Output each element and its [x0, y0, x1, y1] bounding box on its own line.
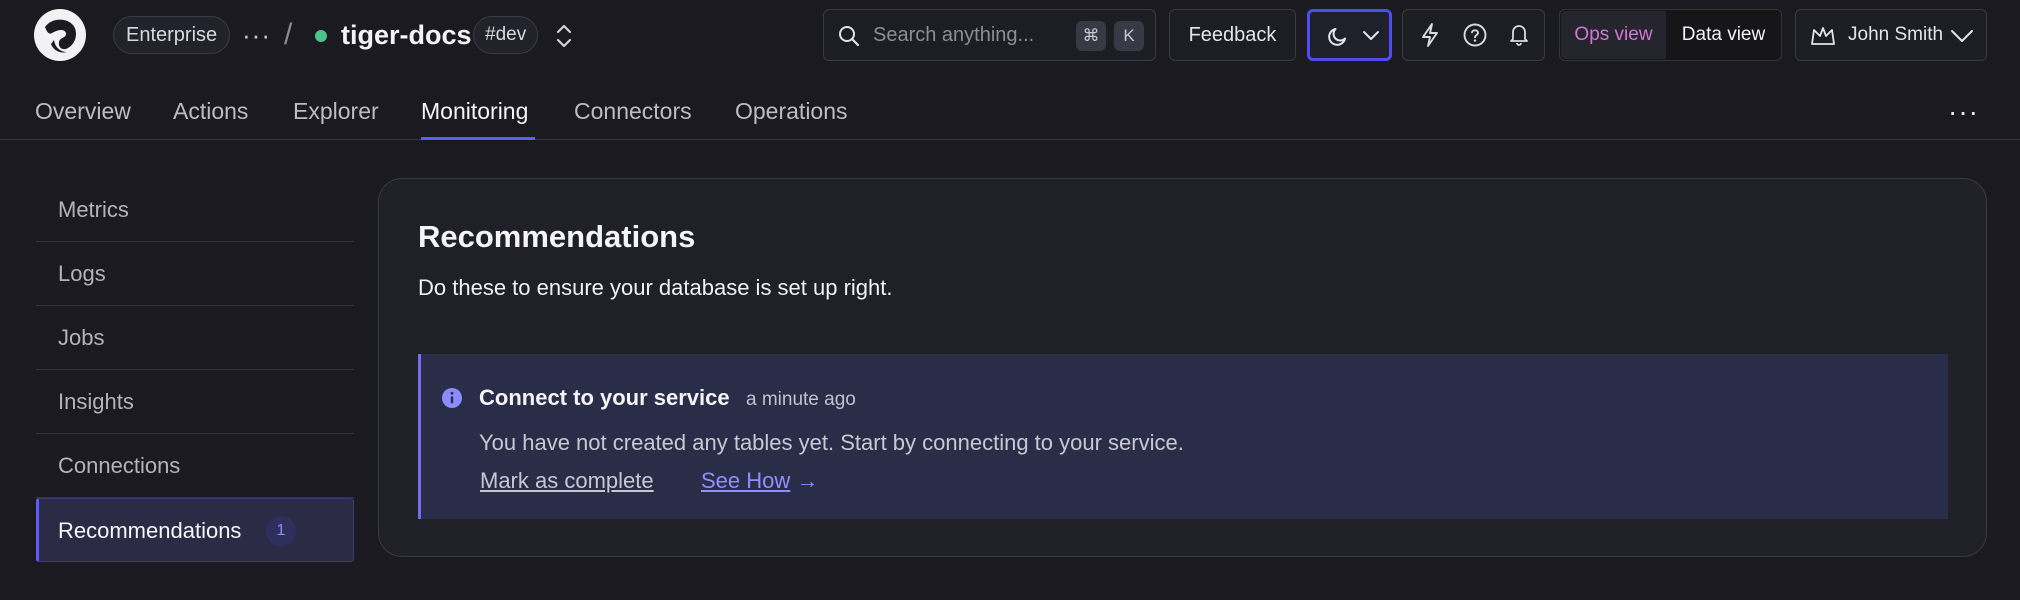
project-name[interactable]: tiger-docs: [341, 18, 472, 52]
tab-overview[interactable]: Overview: [35, 96, 131, 126]
tab-connectors[interactable]: Connectors: [574, 96, 692, 126]
search-placeholder: Search anything...: [873, 24, 1035, 46]
service-status-icon: [315, 30, 327, 42]
user-name: John Smith: [1848, 24, 1944, 45]
crown-icon: [1811, 27, 1835, 45]
tab-actions[interactable]: Actions: [173, 96, 248, 126]
data-view-button[interactable]: Data view: [1666, 11, 1781, 59]
lightning-icon[interactable]: [1418, 22, 1442, 48]
tab-monitoring[interactable]: Monitoring: [421, 96, 528, 126]
active-tab-indicator: [421, 137, 535, 140]
chevron-down-icon: [1951, 30, 1973, 42]
recommendations-count-badge: 1: [266, 516, 296, 546]
shortcut-command-key: ⌘: [1076, 21, 1106, 51]
chevron-down-icon: [1363, 31, 1379, 40]
sidebar-item-jobs[interactable]: Jobs: [36, 306, 354, 370]
recommendation-item: Connect to your service a minute ago You…: [418, 354, 1948, 519]
feedback-button[interactable]: Feedback: [1169, 9, 1296, 61]
search-icon: [839, 26, 860, 47]
see-how-link[interactable]: See How →: [701, 467, 818, 495]
header-icon-group: [1402, 9, 1545, 61]
see-how-label: See How: [701, 468, 791, 493]
recommendations-card: Recommendations Do these to ensure your …: [378, 178, 1987, 557]
plan-badge[interactable]: Enterprise: [113, 16, 231, 54]
shortcut-k-key: K: [1114, 21, 1144, 51]
sidebar-item-label: Recommendations: [58, 518, 242, 543]
page-title: Recommendations: [418, 219, 696, 254]
search-input[interactable]: Search anything... ⌘ K: [823, 9, 1156, 61]
monitoring-sidebar: Metrics Logs Jobs Insights Connections R…: [36, 178, 354, 562]
breadcrumb-separator: /: [284, 18, 293, 51]
user-menu-button[interactable]: John Smith: [1795, 9, 1987, 61]
bell-icon[interactable]: [1507, 21, 1531, 47]
tiger-mark-icon: [35, 10, 85, 60]
sidebar-item-logs[interactable]: Logs: [36, 242, 354, 306]
tab-explorer[interactable]: Explorer: [293, 96, 379, 126]
help-icon[interactable]: [1462, 22, 1488, 48]
view-toggle: Ops view Data view: [1559, 9, 1782, 61]
mark-complete-link[interactable]: Mark as complete: [480, 467, 654, 495]
page-subtitle: Do these to ensure your database is set …: [418, 275, 893, 300]
chevron-up-down-icon[interactable]: [553, 22, 575, 50]
recommendation-time: a minute ago: [746, 389, 856, 410]
recommendation-message: You have not created any tables yet. Sta…: [479, 430, 1184, 455]
theme-toggle-button[interactable]: [1307, 9, 1392, 61]
tiger-logo-icon[interactable]: [34, 9, 86, 61]
moon-icon: [1328, 28, 1346, 46]
arrow-right-icon: →: [796, 468, 819, 493]
ops-view-button[interactable]: Ops view: [1561, 11, 1666, 59]
sidebar-item-recommendations[interactable]: Recommendations 1: [36, 498, 354, 562]
tab-more-icon[interactable]: ···: [1948, 98, 1979, 126]
tab-bar: Overview Actions Explorer Monitoring Con…: [0, 80, 2020, 140]
tab-operations[interactable]: Operations: [735, 96, 848, 126]
sidebar-item-insights[interactable]: Insights: [36, 370, 354, 434]
recommendation-title: Connect to your service: [479, 385, 730, 410]
more-menu-icon[interactable]: ···: [242, 22, 271, 48]
environment-tag[interactable]: #dev: [473, 16, 539, 54]
info-icon: [442, 388, 462, 408]
sidebar-item-metrics[interactable]: Metrics: [36, 178, 354, 242]
top-bar: Enterprise ··· / tiger-docs #dev Search …: [0, 0, 2020, 70]
sidebar-item-connections[interactable]: Connections: [36, 434, 354, 498]
